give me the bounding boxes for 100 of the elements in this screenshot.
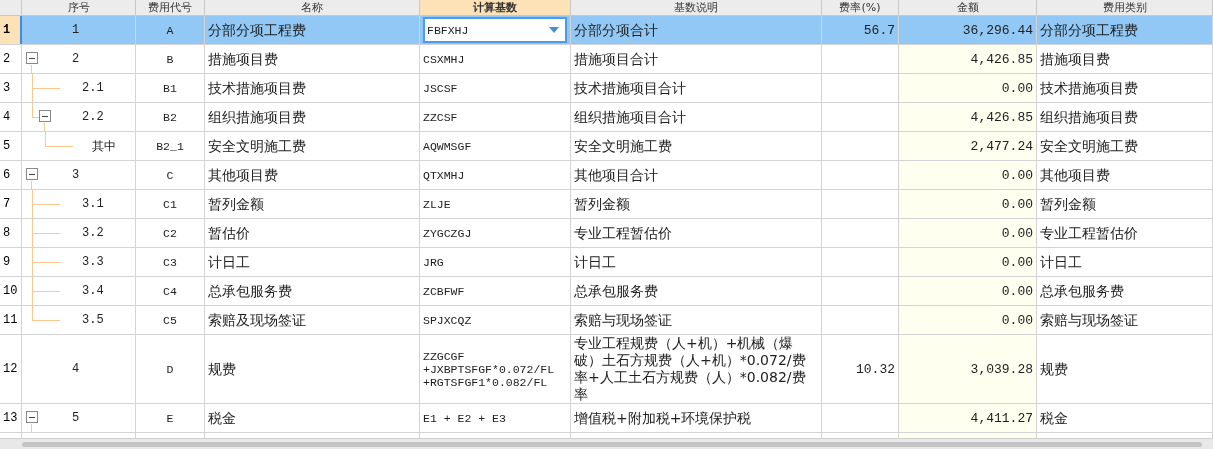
fee-code: A [166,23,174,37]
amount: 4,426.85 [970,109,1033,125]
fee-category: 技术措施项目费 [1040,79,1138,97]
sequence-number: 2.1 [82,81,104,95]
base-description: 分部分项合计 [574,21,658,39]
row-number: 13 [0,404,22,432]
amount: 0.00 [1001,80,1033,96]
calculation-base: ZZGCGF +JXBPTSFGF*0.072/FL +RGTSFGF1*0.082/FL [423,349,556,389]
table-row[interactable]: 1 1 A 分部分项工程费 FBFXHJ 分部分项合计 56.7 36,296.44 分部分项工程费 [0,16,1213,45]
fee-category: 安全文明施工费 [1040,137,1138,155]
row-number: 9 [0,248,22,276]
calculation-base: QTXMHJ [423,168,465,182]
amount: 0.00 [1001,225,1033,241]
row-number: 8 [0,219,22,247]
sequence-number: 2 [72,52,80,66]
fee-category: 措施项目费 [1040,50,1110,68]
collapse-icon[interactable] [39,110,51,122]
calculation-base: SPJXCQZ [423,313,472,327]
table-row[interactable]: 13 5 E 税金 E1 + E2 + E3 增值税+附加税+环境保护税 4,411.27 税金 [0,404,1213,433]
row-number: 5 [0,132,22,160]
fee-code: C [166,168,174,182]
row-number: 12 [0,335,22,403]
fee-name: 规费 [208,360,236,378]
sequence-number: 3.2 [82,226,104,240]
fee-code: D [166,362,174,376]
collapse-icon[interactable] [26,411,38,423]
base-description: 安全文明施工费 [574,137,672,155]
fee-category: 其他项目费 [1040,166,1110,184]
row-number: 6 [0,161,22,189]
collapse-icon[interactable] [26,52,38,64]
base-description: 技术措施项目合计 [574,79,686,97]
calculation-base: AQWMSGF [423,139,472,153]
sequence-number: 其中 [92,138,116,155]
row-number: 11 [0,306,22,334]
horizontal-scrollbar[interactable] [0,438,1213,449]
sequence-number: 3.5 [82,313,104,327]
table-row[interactable]: 9 3.3 C3 计日工 JRG 计日工 0.00 计日工 [0,248,1213,277]
row-number: 4 [0,103,22,131]
fee-code: E [166,411,174,425]
fee-name: 分部分项工程费 [208,21,306,39]
base-description: 其他项目合计 [574,166,658,184]
fee-rate: 10.32 [856,361,895,377]
row-number: 2 [0,45,22,73]
fee-code: C4 [163,284,177,298]
calculation-base: ZZCSF [423,110,458,124]
fee-code: C5 [163,313,177,327]
amount: 4,426.85 [970,51,1033,67]
fee-code: B [166,52,174,66]
table-row[interactable]: 12 4 D 规费 ZZGCGF +JXBPTSFGF*0.072/FL +RGTSFGF1*0.082/FL 专业工程规费（人+机）+机械（爆破）土石方规费（人+机）*0.072/费率+人工土石方规费（人）*0.082/费率 10.32 3,039.28 规费 [0,335,1213,404]
base-description: 专业工程暂估价 [574,224,672,242]
table-row[interactable]: 3 2.1 B1 技术措施项目费 JSCSF 技术措施项目合计 0.00 技术措施项目费 [0,74,1213,103]
sequence-number: 1 [72,23,80,37]
row-number: 10 [0,277,22,305]
fee-name: 计日工 [208,253,250,271]
tree-line [31,423,32,432]
fee-code: C3 [163,255,177,269]
fee-code: C1 [163,197,177,211]
fee-category: 分部分项工程费 [1040,21,1138,39]
fee-category: 组织措施项目费 [1040,108,1138,126]
base-description: 暂列金额 [574,195,630,213]
amount: 0.00 [1001,283,1033,299]
sequence-number: 3 [72,168,80,182]
table-row[interactable]: 8 3.2 C2 暂估价 ZYGCZGJ 专业工程暂估价 0.00 专业工程暂估价 [0,219,1213,248]
table-row[interactable]: 10 3.4 C4 总承包服务费 ZCBFWF 总承包服务费 0.00 总承包服务费 [0,277,1213,306]
base-dropdown[interactable]: FBFXHJ [423,17,567,43]
fee-category: 总承包服务费 [1040,282,1124,300]
calculation-base: ZLJE [423,197,451,211]
table-row[interactable]: 6 3 C 其他项目费 QTXMHJ 其他项目合计 0.00 其他项目费 [0,161,1213,190]
fee-category: 索赔与现场签证 [1040,311,1138,329]
base-description: 总承包服务费 [574,282,658,300]
calculation-base: ZYGCZGJ [423,226,472,240]
table-row[interactable]: 7 3.1 C1 暂列金额 ZLJE 暂列金额 0.00 暂列金额 [0,190,1213,219]
calculation-base: E1 + E2 + E3 [423,411,506,425]
fee-category: 暂列金额 [1040,195,1096,213]
sequence-number: 3.1 [82,197,104,211]
table-row[interactable]: 11 3.5 C5 索赔及现场签证 SPJXCQZ 索赔与现场签证 0.00 索赔与现场签证 [0,306,1213,335]
fee-category: 税金 [1040,409,1068,427]
table-row[interactable]: 5 其中 B2_1 安全文明施工费 AQWMSGF 安全文明施工费 2,477.24 安全文明施工费 [0,132,1213,161]
table-row[interactable]: 4 2.2 B2 组织措施项目费 ZZCSF 组织措施项目合计 4,426.85 组织措施项目费 [0,103,1213,132]
fee-name: 技术措施项目费 [208,79,306,97]
fee-category: 规费 [1040,360,1068,378]
amount: 0.00 [1001,312,1033,328]
fee-name: 其他项目费 [208,166,278,184]
sequence-number: 5 [72,411,80,425]
fee-name: 安全文明施工费 [208,137,306,155]
column-header[interactable]: 计算基数 [420,0,571,15]
base-description: 专业工程规费（人+机）+机械（爆破）土石方规费（人+机）*0.072/费率+人工土石方规费（人）*0.082/费率 [574,335,807,403]
calculation-base: ZCBFWF [423,284,465,298]
base-description: 组织措施项目合计 [574,108,686,126]
amount: 0.00 [1001,167,1033,183]
fee-name: 索赔及现场签证 [208,311,306,329]
sequence-number: 3.3 [82,255,104,269]
collapse-icon[interactable] [26,168,38,180]
base-description: 计日工 [574,253,616,271]
fee-name: 暂估价 [208,224,250,242]
fee-rate: 56.7 [863,22,895,38]
amount: 0.00 [1001,196,1033,212]
fee-category: 专业工程暂估价 [1040,224,1138,242]
table-row[interactable]: 2 2 B 措施项目费 CSXMHJ 措施项目合计 4,426.85 措施项目费 [0,45,1213,74]
row-number: 7 [0,190,22,218]
